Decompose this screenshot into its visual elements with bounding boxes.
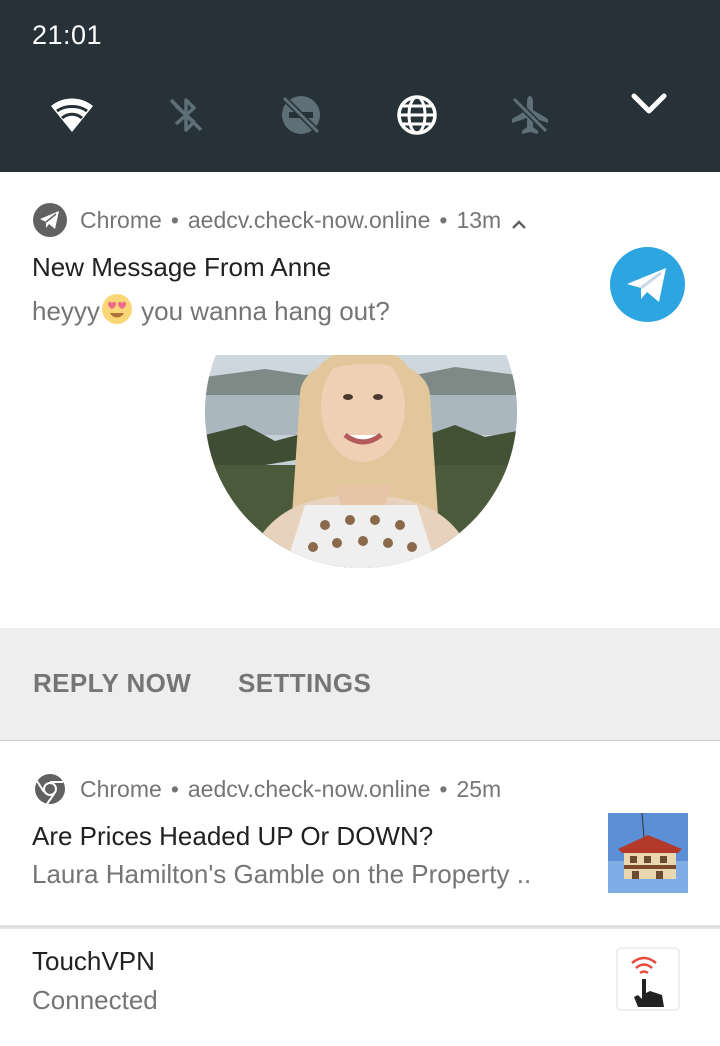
touchvpn-icon [616,947,680,1011]
do-not-disturb-tile[interactable] [278,92,324,138]
expand-button[interactable] [626,80,672,126]
separator-dot: • [439,206,448,233]
profile-photo [205,355,517,568]
heart-eyes-emoji-icon [100,292,134,326]
notification-time: 13m [456,206,502,233]
notification-anne-message[interactable]: Chrome • aedcv.check-now.online • 13m Ne… [0,172,720,628]
do-not-disturb-off-icon [280,94,322,136]
notification-text: Laura Hamilton's Gamble on the Property … [32,859,532,889]
source-url: aedcv.check-now.online [187,775,431,802]
wifi-tile[interactable] [49,92,95,138]
text-part: heyyy [32,296,100,326]
notification-title: Are Prices Headed UP Or DOWN? [32,821,434,851]
airplane-mode-off-icon [510,95,550,135]
notification-header: Chrome • aedcv.check-now.online • 13m [32,200,527,240]
text-part: you wanna hang out? [133,296,390,326]
notification-title: TouchVPN [32,946,155,976]
airplane-mode-tile[interactable] [507,92,553,138]
quick-settings-panel: 21:01 [0,0,720,172]
notification-prices[interactable]: Chrome • aedcv.check-now.online • 25m Ar… [0,741,720,926]
separator-dot: • [439,775,448,802]
notification-header: Chrome • aedcv.check-now.online • 25m [32,769,501,809]
globe-tile[interactable] [394,92,440,138]
notification-touchvpn[interactable]: TouchVPN Connected [0,928,720,1046]
separator-dot: • [170,775,179,802]
app-name: Chrome [80,206,162,233]
separator-dot: • [170,206,179,233]
source-url: aedcv.check-now.online [187,206,431,233]
reply-now-button[interactable]: REPLY NOW [33,668,191,699]
notification-time: 25m [456,775,502,802]
settings-button[interactable]: SETTINGS [238,668,371,699]
house-photo [608,812,688,893]
notification-text: Connected [32,985,158,1015]
chevron-down-icon [631,93,667,114]
status-time: 21:01 [32,20,103,50]
telegram-small-icon [32,202,68,238]
app-name: Chrome [80,775,162,802]
bluetooth-tile[interactable] [163,92,209,138]
telegram-icon [610,247,685,322]
notification-text: heyyy you wanna hang out? [32,292,390,327]
chevron-up-icon[interactable] [511,212,527,229]
globe-icon [397,95,437,135]
notification-actions: REPLY NOW SETTINGS [0,628,720,741]
wifi-icon [51,98,93,132]
notification-title: New Message From Anne [32,252,332,282]
bluetooth-off-icon [169,98,203,132]
chrome-icon [32,771,68,807]
